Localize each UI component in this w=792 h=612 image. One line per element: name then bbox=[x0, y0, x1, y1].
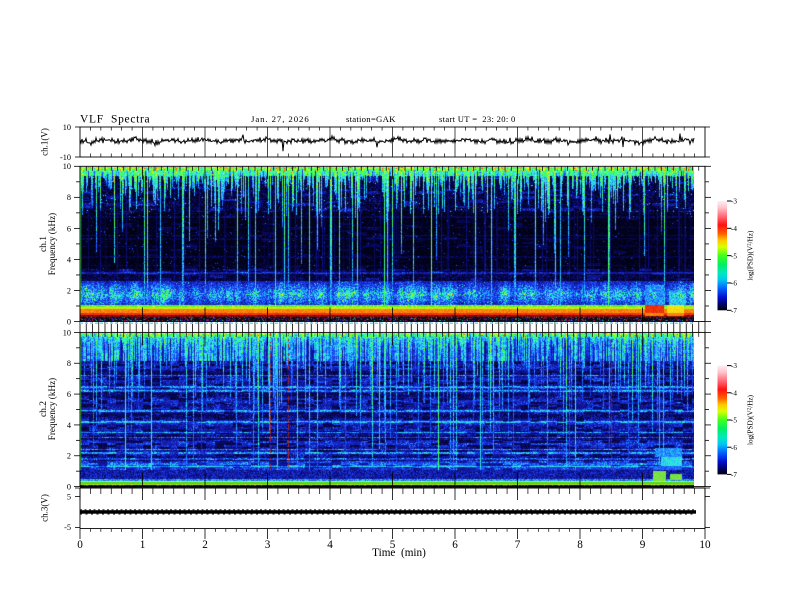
svg-text:log(PSD)(V2/Hz): log(PSD)(V2/Hz) bbox=[747, 230, 755, 281]
svg-text:-10: -10 bbox=[60, 153, 71, 162]
svg-text:8: 8 bbox=[67, 193, 71, 202]
svg-text:start UT = 23: 20: 0: start UT = 23: 20: 0 bbox=[439, 114, 516, 124]
svg-text:4: 4 bbox=[327, 539, 333, 551]
svg-text:2: 2 bbox=[67, 286, 71, 295]
svg-text:-4: -4 bbox=[731, 389, 737, 397]
svg-text:2: 2 bbox=[67, 452, 71, 461]
svg-text:10: 10 bbox=[63, 162, 71, 171]
svg-text:4: 4 bbox=[67, 421, 72, 430]
svg-text:-5: -5 bbox=[731, 252, 737, 260]
svg-text:-6: -6 bbox=[731, 444, 737, 452]
svg-text:6: 6 bbox=[452, 539, 458, 551]
svg-text:Frequency (kHz): Frequency (kHz) bbox=[47, 378, 57, 441]
svg-text:log(PSD)(V2/Hz): log(PSD)(V2/Hz) bbox=[747, 394, 755, 445]
svg-text:0: 0 bbox=[77, 539, 83, 551]
svg-text:8: 8 bbox=[67, 359, 71, 368]
svg-text:-3: -3 bbox=[731, 362, 737, 370]
svg-text:2: 2 bbox=[202, 539, 208, 551]
svg-text:4: 4 bbox=[67, 255, 72, 264]
svg-text:-7: -7 bbox=[731, 471, 737, 479]
svg-text:-7: -7 bbox=[731, 307, 737, 315]
svg-text:0: 0 bbox=[67, 483, 71, 492]
svg-text:Frequency (kHz): Frequency (kHz) bbox=[47, 213, 57, 276]
svg-text:7: 7 bbox=[515, 539, 521, 551]
svg-text:8: 8 bbox=[577, 539, 583, 551]
svg-text:ch.3(V): ch.3(V) bbox=[40, 494, 50, 522]
svg-text:5: 5 bbox=[67, 492, 71, 501]
svg-text:6: 6 bbox=[67, 224, 71, 233]
svg-text:Jan. 27, 2026: Jan. 27, 2026 bbox=[251, 114, 310, 124]
svg-text:-5: -5 bbox=[731, 417, 737, 425]
svg-text:-5: -5 bbox=[64, 523, 71, 532]
svg-text:10: 10 bbox=[63, 123, 71, 132]
svg-text:0: 0 bbox=[67, 317, 71, 326]
svg-text:10: 10 bbox=[63, 328, 71, 337]
svg-text:VLF Spectra: VLF Spectra bbox=[80, 113, 150, 125]
svg-text:9: 9 bbox=[640, 539, 646, 551]
svg-text:Time (min): Time (min) bbox=[372, 547, 426, 559]
svg-text:3: 3 bbox=[265, 539, 271, 551]
svg-text:station=GAK: station=GAK bbox=[346, 114, 396, 124]
svg-text:10: 10 bbox=[699, 539, 711, 551]
svg-text:ch.1(V): ch.1(V) bbox=[40, 128, 50, 156]
svg-text:1: 1 bbox=[140, 539, 146, 551]
svg-text:6: 6 bbox=[67, 390, 71, 399]
svg-text:-3: -3 bbox=[731, 198, 737, 206]
svg-text:-4: -4 bbox=[731, 225, 737, 233]
svg-text:-6: -6 bbox=[731, 280, 737, 288]
